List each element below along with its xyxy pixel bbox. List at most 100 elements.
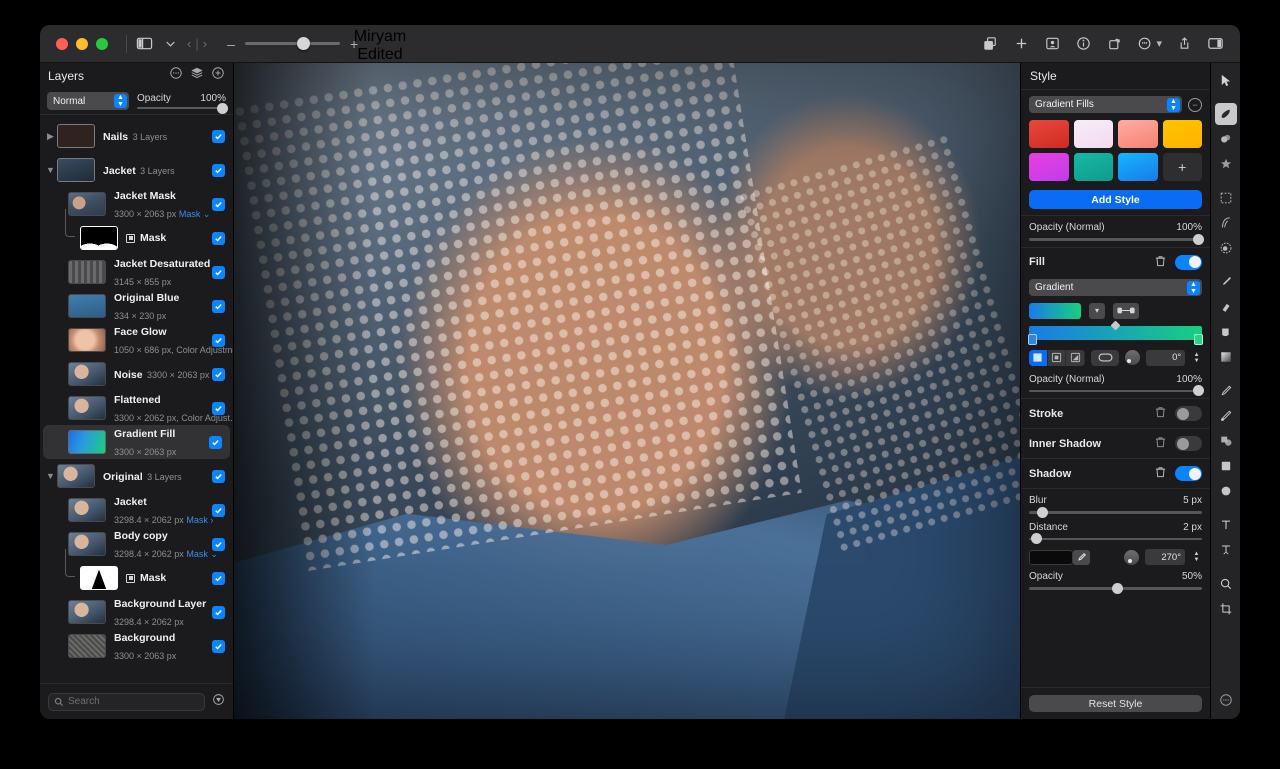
assistant-icon[interactable]: ▾ <box>1137 32 1162 56</box>
remove-preset-button[interactable]: − <box>1188 98 1202 112</box>
shadow-opacity-track[interactable] <box>1029 587 1202 590</box>
eraser-tool-icon[interactable] <box>1215 296 1237 318</box>
shadow-blur-knob[interactable] <box>1037 507 1048 518</box>
search-input[interactable]: Search <box>48 693 205 711</box>
disclosure-icon[interactable]: ▼ <box>44 471 57 481</box>
layer-row-original-group[interactable]: ▼ Original 3 Layers <box>40 459 233 493</box>
history-nav[interactable]: ‹ | › <box>185 36 209 51</box>
layer-row-background-layer[interactable]: Background Layer 3298.4 × 2062 px <box>40 595 233 629</box>
style-opacity-knob[interactable] <box>1193 234 1204 245</box>
undo-icon[interactable]: ‹ <box>185 36 193 51</box>
gradient-stop-editor[interactable] <box>1029 326 1202 340</box>
more-options-icon[interactable] <box>169 66 183 85</box>
preset-stepper-icon[interactable]: ▲▼ <box>1167 98 1180 112</box>
shadow-angle-field[interactable]: 270° <box>1145 549 1185 565</box>
gradient-angle-dial[interactable] <box>1125 350 1140 365</box>
shadow-color-well[interactable] <box>1029 550 1073 565</box>
layer-visibility-checkbox[interactable] <box>212 538 225 551</box>
swatch-salmon-gradient[interactable] <box>1118 120 1158 148</box>
mask-link[interactable]: Mask ⌄ <box>186 549 218 559</box>
stroke-trash-icon[interactable] <box>1155 406 1166 421</box>
style-opacity-track[interactable] <box>1029 238 1202 241</box>
inner-shadow-toggle[interactable] <box>1175 436 1202 451</box>
gradient-stop-start[interactable] <box>1028 334 1037 345</box>
add-layer-icon[interactable] <box>211 66 225 85</box>
layer-row-nails[interactable]: ▶ Nails 3 Layers <box>40 119 233 153</box>
layer-visibility-checkbox[interactable] <box>212 640 225 653</box>
eyedropper-icon[interactable] <box>1073 550 1090 565</box>
layer-visibility-checkbox[interactable] <box>212 504 225 517</box>
layer-visibility-checkbox[interactable] <box>212 606 225 619</box>
layers-list[interactable]: ▶ Nails 3 Layers ▼ Jacket <box>40 115 233 683</box>
fill-type-select[interactable]: Gradient ▲▼ <box>1029 279 1202 296</box>
layer-row-noise[interactable]: Noise 3300 × 2063 px <box>40 357 233 391</box>
layer-visibility-checkbox[interactable] <box>212 368 225 381</box>
pen-tool-icon[interactable] <box>1215 380 1237 402</box>
duplicate-icon[interactable] <box>982 32 999 56</box>
swatch-white-pink-gradient[interactable] <box>1074 120 1114 148</box>
layer-visibility-checkbox[interactable] <box>212 164 225 177</box>
swatch-yellow-gradient[interactable] <box>1163 120 1203 148</box>
maximize-button[interactable] <box>96 38 108 50</box>
document-canvas[interactable] <box>234 63 1020 719</box>
disclosure-icon[interactable]: ▶ <box>44 131 57 142</box>
crop-tool-icon[interactable] <box>1215 598 1237 620</box>
layer-visibility-checkbox[interactable] <box>212 572 225 585</box>
layer-visibility-checkbox[interactable] <box>212 402 225 415</box>
move-tool-icon[interactable] <box>1215 69 1237 91</box>
layer-opacity-track[interactable] <box>137 107 226 110</box>
layer-visibility-checkbox[interactable] <box>212 232 225 245</box>
layer-visibility-checkbox[interactable] <box>212 198 225 211</box>
fill-toggle[interactable] <box>1175 255 1202 270</box>
gradient-preset-chevron-icon[interactable]: ▾ <box>1089 303 1105 319</box>
minimize-button[interactable] <box>76 38 88 50</box>
magic-wand-tool-icon[interactable] <box>1215 153 1237 175</box>
rectangle-tool-icon[interactable] <box>1215 455 1237 477</box>
add-style-button[interactable]: Add Style <box>1029 190 1202 209</box>
style-opacity-label[interactable]: Opacity (Normal) <box>1029 222 1105 233</box>
layer-opacity-group[interactable]: Opacity 100% <box>137 93 226 110</box>
selection-brush-tool-icon[interactable] <box>1215 103 1237 125</box>
shadow-angle-stepper-icon[interactable]: ▲▼ <box>1191 549 1202 565</box>
close-button[interactable] <box>56 38 68 50</box>
stroke-toggle[interactable] <box>1175 406 1202 421</box>
gradient-stop-end[interactable] <box>1194 334 1203 345</box>
zoom-slider-knob[interactable] <box>297 37 310 50</box>
chevron-down-icon[interactable] <box>162 32 179 56</box>
assistant-chevron-icon[interactable]: ▾ <box>1156 37 1162 50</box>
gradient-type-radial[interactable] <box>1048 350 1067 366</box>
ellipse-tool-icon[interactable] <box>1215 480 1237 502</box>
reset-style-button[interactable]: Reset Style <box>1029 695 1202 712</box>
paint-bucket-tool-icon[interactable] <box>1215 321 1237 343</box>
traffic-lights[interactable] <box>56 38 108 50</box>
share-icon[interactable] <box>1176 32 1193 56</box>
layer-row-flattened[interactable]: Flattened 3300 × 2062 px, Color Adjust… <box>40 391 233 425</box>
artistic-text-tool-icon[interactable] <box>1215 514 1237 536</box>
mask-link[interactable]: Mask ⌄ <box>179 209 211 219</box>
blend-mode-select[interactable]: Normal ▲▼ <box>47 92 129 110</box>
fill-trash-icon[interactable] <box>1155 255 1166 270</box>
gradient-type-linear[interactable] <box>1029 350 1048 366</box>
shadow-distance-knob[interactable] <box>1031 533 1042 544</box>
rotate-icon[interactable] <box>1106 32 1123 56</box>
layer-row-background[interactable]: Background 3300 × 2063 px <box>40 629 233 663</box>
zoom-out-button[interactable]: – <box>225 36 237 52</box>
paint-brush-tool-icon[interactable] <box>1215 271 1237 293</box>
layer-visibility-checkbox[interactable] <box>212 334 225 347</box>
layer-visibility-checkbox[interactable] <box>212 130 225 143</box>
shadow-blur-track[interactable] <box>1029 511 1202 514</box>
sidebar-toggle-icon[interactable] <box>136 32 153 56</box>
marquee-tool-icon[interactable] <box>1215 187 1237 209</box>
shadow-distance-track[interactable] <box>1029 538 1202 541</box>
preset-category-select[interactable]: Gradient Fills ▲▼ <box>1029 96 1182 113</box>
style-swatch-grid[interactable]: + <box>1029 120 1202 181</box>
gradient-angle-field[interactable]: 0° <box>1146 350 1186 366</box>
fill-opacity-track[interactable] <box>1029 390 1202 393</box>
fill-opacity-label[interactable]: Opacity (Normal) <box>1029 374 1105 385</box>
layer-opacity-knob[interactable] <box>217 103 228 114</box>
layer-row-jacket-desaturated[interactable]: Jacket Desaturated 3145 × 855 px <box>40 255 233 289</box>
gradient-preview[interactable] <box>1029 303 1081 319</box>
panel-toggle-icon[interactable] <box>1207 32 1224 56</box>
swatch-blue-gradient[interactable] <box>1118 153 1158 181</box>
add-swatch-button[interactable]: + <box>1163 153 1203 181</box>
